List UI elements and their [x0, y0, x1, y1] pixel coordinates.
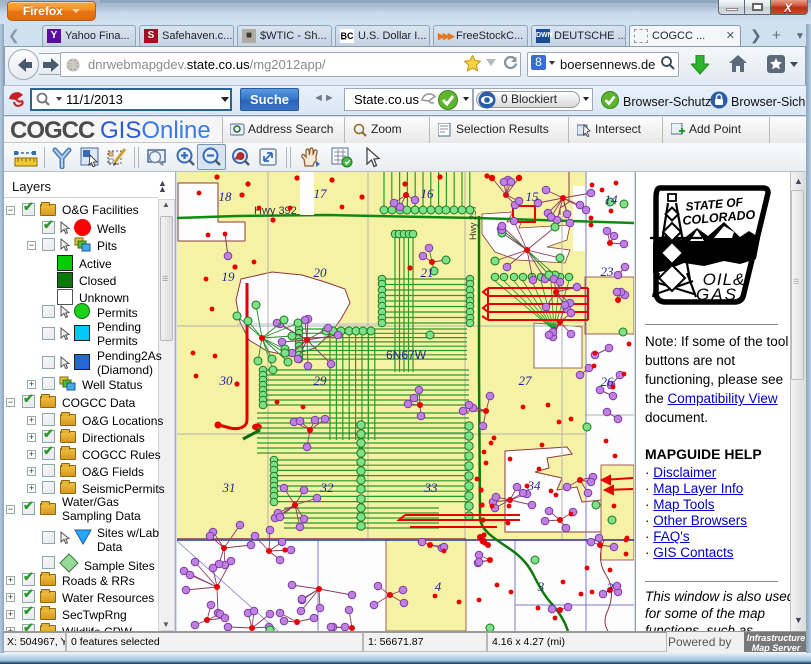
- svg-text:23: 23: [601, 264, 615, 279]
- svg-text:15: 15: [526, 189, 540, 204]
- svg-text:31: 31: [222, 480, 236, 495]
- svg-text:27: 27: [519, 373, 533, 388]
- svg-text:34: 34: [527, 478, 542, 493]
- svg-text:2: 2: [607, 580, 614, 595]
- svg-text:26: 26: [601, 374, 615, 389]
- svg-text:16: 16: [421, 186, 435, 201]
- svg-text:21: 21: [421, 265, 434, 280]
- svg-text:33: 33: [424, 480, 439, 495]
- svg-text:20: 20: [314, 265, 328, 280]
- svg-text:29: 29: [314, 373, 328, 388]
- svg-text:19: 19: [222, 269, 236, 284]
- svg-text:17: 17: [314, 186, 328, 201]
- svg-text:14: 14: [605, 192, 619, 207]
- svg-text:6N67W: 6N67W: [386, 348, 427, 362]
- svg-text:4: 4: [435, 579, 442, 594]
- svg-text:18: 18: [219, 189, 233, 204]
- svg-text:30: 30: [219, 373, 234, 388]
- svg-text:GAS: GAS: [696, 285, 738, 304]
- svg-text:3: 3: [537, 579, 545, 594]
- svg-text:32: 32: [320, 480, 335, 495]
